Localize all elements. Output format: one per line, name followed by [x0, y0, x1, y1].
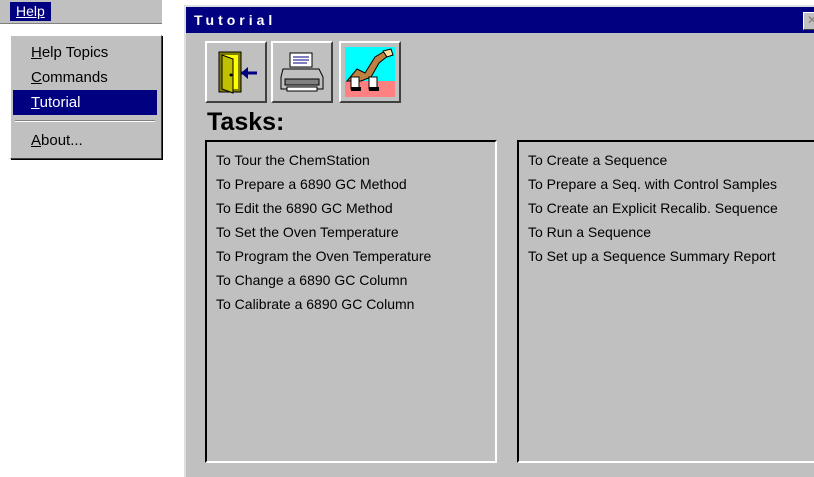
tasks-heading: Tasks:: [207, 108, 285, 136]
tutorial-window: Tutorial ✕ Tasks: To Tour the ChemStatio…: [184, 5, 814, 477]
menu-label: utorial: [39, 94, 81, 111]
task-list-left: To Tour the ChemStation To Prepare a 689…: [205, 140, 497, 463]
menubar-help[interactable]: Help: [10, 2, 51, 21]
print-button[interactable]: [271, 41, 333, 103]
menu-separator: [15, 120, 155, 122]
task-item[interactable]: To Set the Oven Temperature: [207, 220, 495, 244]
task-item[interactable]: To Prepare a 6890 GC Method: [207, 172, 495, 196]
exit-button[interactable]: [205, 41, 267, 103]
menu-accel: H: [31, 44, 42, 61]
help-dropdown: Help Topics Commands Tutorial About...: [10, 35, 162, 159]
task-item[interactable]: To Create an Explicit Recalib. Sequence: [519, 196, 814, 220]
task-list-right: To Create a Sequence To Prepare a Seq. w…: [517, 140, 814, 463]
menu-label: bout...: [41, 132, 83, 149]
tour-button[interactable]: [339, 41, 401, 103]
task-item[interactable]: To Set up a Sequence Summary Report: [519, 244, 814, 268]
menu-item-tutorial[interactable]: Tutorial: [13, 90, 157, 115]
menubar-help-label: Help: [16, 3, 45, 19]
task-item[interactable]: To Tour the ChemStation: [207, 148, 495, 172]
help-menu: Help Help Topics Commands Tutorial About…: [0, 0, 162, 160]
menubar: Help: [0, 0, 162, 24]
menu-label: ommands: [41, 69, 108, 86]
task-item[interactable]: To Create a Sequence: [519, 148, 814, 172]
window-title: Tutorial: [194, 12, 277, 28]
menu-accel: T: [31, 94, 40, 111]
task-item[interactable]: To Prepare a Seq. with Control Samples: [519, 172, 814, 196]
close-icon[interactable]: ✕: [803, 12, 814, 30]
title-bar[interactable]: Tutorial ✕: [186, 7, 814, 33]
menu-accel: A: [31, 132, 42, 149]
menu-accel: C: [31, 69, 42, 86]
menu-item-about[interactable]: About...: [13, 128, 157, 153]
menu-item-commands[interactable]: Commands: [13, 65, 157, 90]
menu-item-help-topics[interactable]: Help Topics: [13, 40, 157, 65]
task-item[interactable]: To Change a 6890 GC Column: [207, 268, 495, 292]
task-item[interactable]: To Program the Oven Temperature: [207, 244, 495, 268]
menu-label: elp Topics: [41, 44, 109, 61]
task-item[interactable]: To Run a Sequence: [519, 220, 814, 244]
task-item[interactable]: To Edit the 6890 GC Method: [207, 196, 495, 220]
task-item[interactable]: To Calibrate a 6890 GC Column: [207, 292, 495, 316]
